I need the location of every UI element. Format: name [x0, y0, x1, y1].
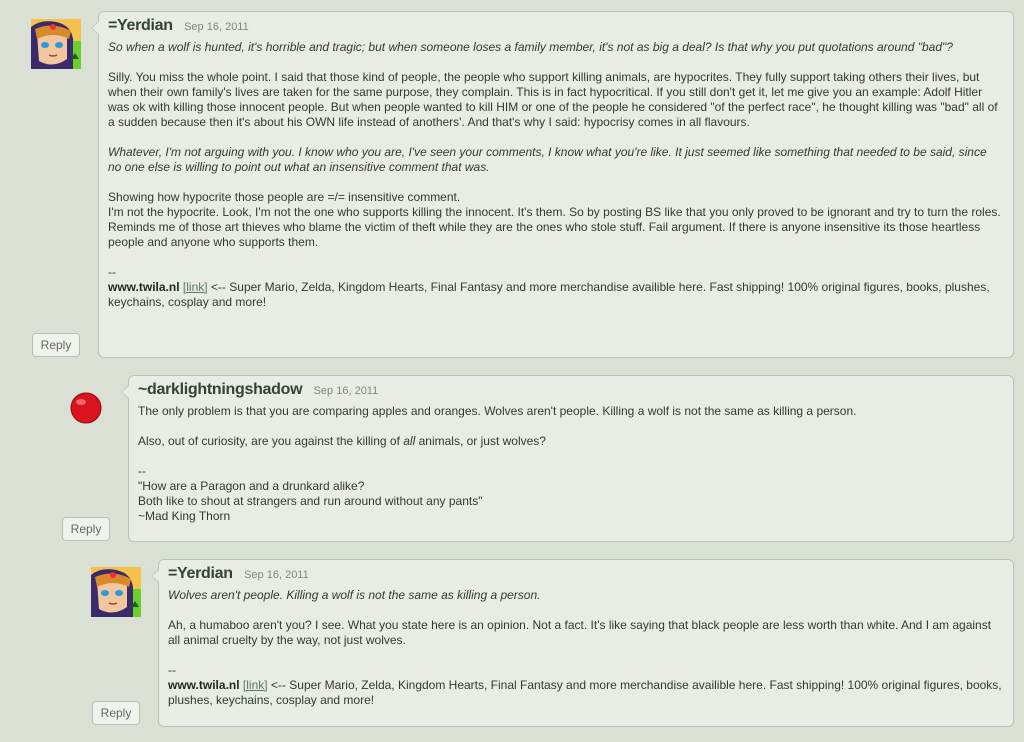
comment-bubble: =Yerdian Sep 16, 2011 So when a wolf is …	[91, 11, 1014, 358]
signature-site: www.twila.nl	[108, 280, 180, 294]
signature-link[interactable]: [link]	[243, 678, 268, 692]
signature: -- www.twila.nl [link] <-- Super Mario, Z…	[108, 265, 1003, 310]
comment-paragraph: Showing how hypocrite those people are =…	[108, 190, 1001, 249]
comment-header: =Yerdian Sep 16, 2011	[168, 566, 1003, 588]
comment-date: Sep 16, 2011	[184, 21, 249, 33]
avatar[interactable]	[61, 383, 111, 433]
comment-bubble: ~darklightningshadow Sep 16, 2011 The on…	[121, 375, 1014, 542]
signature-text: <-- Super Mario, Zelda, Kingdom Hearts, …	[108, 280, 990, 309]
comment-quote: So when a wolf is hunted, it's horrible …	[108, 40, 953, 54]
comment-paragraph: Ah, a humaboo aren't you? I see. What yo…	[168, 618, 992, 647]
avatar[interactable]	[31, 19, 81, 69]
signature-text: <-- Super Mario, Zelda, Kingdom Hearts, …	[168, 678, 1002, 707]
comment-quote: Whatever, I'm not arguing with you. I kn…	[108, 145, 987, 174]
avatar[interactable]	[91, 567, 141, 617]
comment-bubble: =Yerdian Sep 16, 2011 Wolves aren't peop…	[151, 559, 1014, 727]
reply-button[interactable]: Reply	[32, 333, 80, 357]
username[interactable]: ~darklightningshadow	[138, 381, 303, 398]
signature-link[interactable]: [link]	[183, 280, 208, 294]
comment-date: Sep 16, 2011	[244, 569, 309, 581]
username[interactable]: =Yerdian	[168, 565, 233, 582]
signature: -- www.twila.nl [link] <-- Super Mario, Z…	[168, 663, 1002, 707]
reply-button[interactable]: Reply	[62, 517, 110, 541]
comment-header: =Yerdian Sep 16, 2011	[108, 18, 1003, 40]
signature: -- "How are a Paragon and a drunkard alik…	[138, 464, 483, 523]
signature-site: www.twila.nl	[168, 678, 240, 692]
comment-date: Sep 16, 2011	[313, 385, 379, 397]
comment-quote: Wolves aren't people. Killing a wolf is …	[168, 588, 541, 602]
comment-header: ~darklightningshadow Sep 16, 2011	[138, 382, 1003, 404]
comment-paragraph: The only problem is that you are compari…	[138, 404, 857, 418]
reply-button[interactable]: Reply	[92, 701, 140, 725]
username[interactable]: =Yerdian	[108, 17, 173, 34]
signature-separator: --	[108, 265, 116, 279]
comment-paragraph: Also, out of curiosity, are you against …	[138, 434, 546, 448]
comment-paragraph: Silly. You miss the whole point. I said …	[108, 70, 998, 129]
